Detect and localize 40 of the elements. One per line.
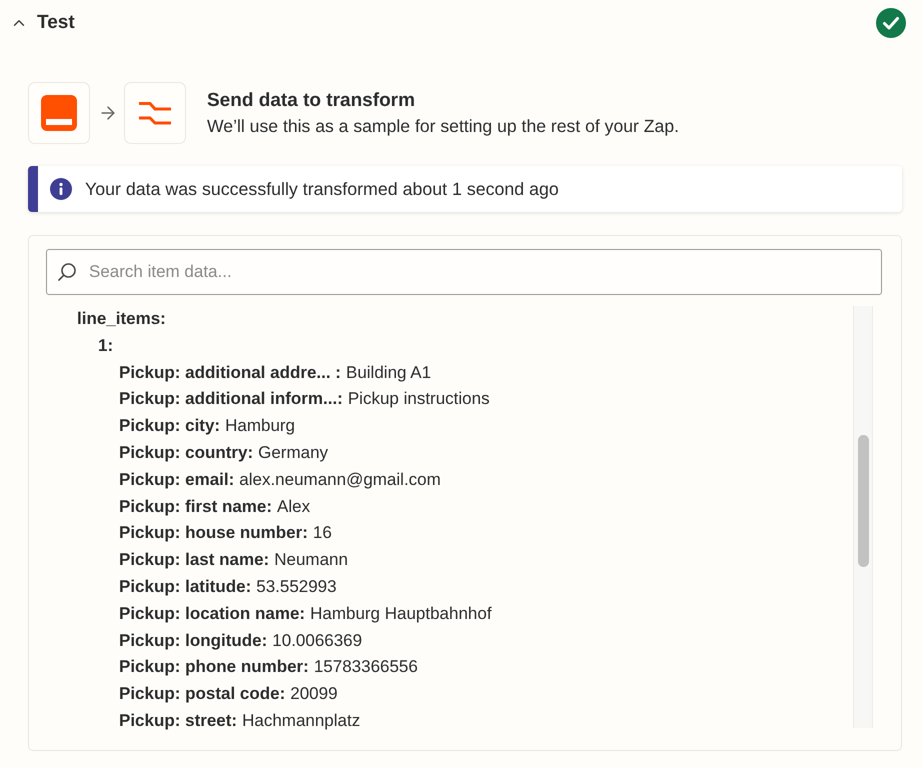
field-label: Pickup: additional inform...: (119, 389, 343, 408)
field-value: Hachmannplatz (242, 710, 360, 730)
field-label: Pickup: location name: (119, 604, 306, 623)
field-value: Neumann (274, 550, 348, 570)
field-label: Pickup: house number: (119, 523, 308, 542)
field-label: Pickup: postal code: (119, 684, 286, 704)
field-value: Alex (277, 496, 310, 516)
field-value: Pickup instructions (348, 389, 490, 408)
group-label: line_items: (77, 309, 166, 328)
field-label: Pickup: email: (119, 470, 234, 489)
search-field[interactable]: Search item data... (46, 249, 882, 295)
field-value: Germany (258, 442, 328, 462)
step-subtitle: We’ll use this as a sample for setting up the rest of your Zap. (207, 116, 679, 136)
field-label: Pickup: additional addre... : (119, 362, 341, 382)
field-value: Hamburg Hauptbahnhof (310, 604, 492, 623)
search-icon (57, 262, 77, 282)
field-label: Pickup: city: (119, 416, 220, 436)
transform-icon (124, 82, 186, 144)
field-value: 10.0066369 (272, 630, 362, 650)
field-value: Hamburg (225, 416, 296, 436)
field-value: 20099 (290, 684, 338, 704)
field-label: Pickup: phone number: (119, 657, 309, 676)
field-label: Pickup: country: (119, 442, 254, 462)
field-label: Pickup: latitude: (119, 576, 252, 596)
step-title: Send data to transform (207, 90, 416, 112)
field-value: alex.neumann@gmail.com (239, 470, 441, 489)
banner-message: Your data was successfully transformed about 1 second ago (85, 178, 559, 200)
scrollbar-thumb[interactable] (858, 435, 868, 567)
field-value: 15783366556 (314, 657, 418, 676)
field-value: Building A1 (346, 362, 432, 382)
field-value: 16 (312, 523, 332, 542)
field-label: Pickup: longitude: (119, 630, 268, 650)
field-label: Pickup: first name: (119, 496, 272, 516)
app-icon (28, 82, 90, 144)
section-title: Test (37, 12, 76, 34)
field-label: Pickup: street: (119, 710, 238, 730)
field-label: Pickup: last name: (119, 550, 270, 570)
info-icon (50, 178, 72, 200)
group-label: 1: (98, 336, 114, 355)
field-value: 53.552993 (256, 576, 337, 596)
